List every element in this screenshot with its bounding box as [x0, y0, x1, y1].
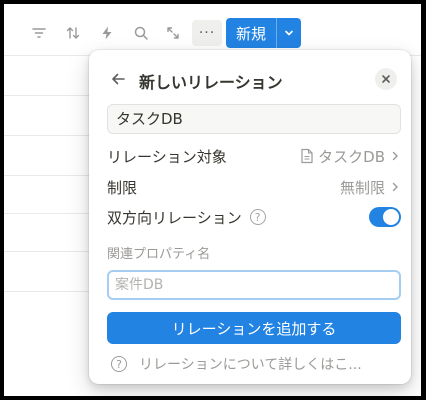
limit-value: 無制限 [340, 177, 401, 198]
relation-target-row[interactable]: リレーション対象 タスクDB [107, 142, 401, 170]
relation-target-value: タスクDB [300, 146, 401, 167]
help-circle-icon: ? [111, 356, 127, 372]
related-property-input[interactable] [107, 270, 401, 300]
add-relation-button[interactable]: リレーションを追加する [107, 312, 401, 344]
relation-target-label: リレーション対象 [107, 147, 227, 166]
help-icon[interactable]: ? [249, 209, 266, 225]
relation-name-input[interactable]: タスクDB [107, 104, 401, 134]
learn-more-text: リレーションについて詳しくはこ... [139, 357, 362, 373]
relation-target-db: タスクDB [318, 147, 385, 166]
app-window: ··· 新規 新しいリレーション タスクDB リレーション対象 タスクDB 制限… [4, 4, 421, 396]
more-label: ··· [198, 25, 216, 41]
learn-more-link[interactable]: ? リレーションについて詳しくはこ... [111, 354, 362, 374]
related-property-label: 関連プロパティ名 [107, 247, 211, 262]
two-way-relation-label: 双方向リレーション [107, 208, 242, 227]
filter-icon[interactable] [26, 18, 52, 48]
limit-row[interactable]: 制限 無制限 [107, 173, 401, 201]
back-arrow-icon[interactable] [109, 70, 127, 88]
new-button-label: 新規 [235, 24, 266, 43]
expand-icon[interactable] [160, 18, 186, 48]
chevron-down-icon[interactable] [277, 27, 301, 39]
search-icon[interactable] [128, 18, 154, 48]
popup-header: 新しいリレーション [89, 64, 411, 94]
automation-bolt-icon[interactable] [94, 18, 120, 48]
popup-title: 新しいリレーション [139, 73, 283, 92]
new-button[interactable]: 新規 [226, 18, 301, 48]
two-way-relation-row: 双方向リレーション ? [107, 203, 401, 231]
chevron-right-icon [392, 151, 398, 161]
database-toolbar: ··· 新規 [4, 18, 421, 48]
new-relation-popup: 新しいリレーション タスクDB リレーション対象 タスクDB 制限 無制限 双方… [89, 50, 411, 384]
close-icon[interactable] [375, 68, 397, 90]
two-way-relation-toggle[interactable] [369, 207, 401, 227]
page-icon [301, 148, 313, 164]
limit-label: 制限 [107, 178, 138, 197]
more-icon[interactable]: ··· [192, 20, 222, 46]
toggle-knob [383, 209, 399, 225]
chevron-right-icon [392, 182, 398, 192]
limit-value-text: 無制限 [339, 178, 385, 197]
sort-icon[interactable] [60, 18, 86, 48]
